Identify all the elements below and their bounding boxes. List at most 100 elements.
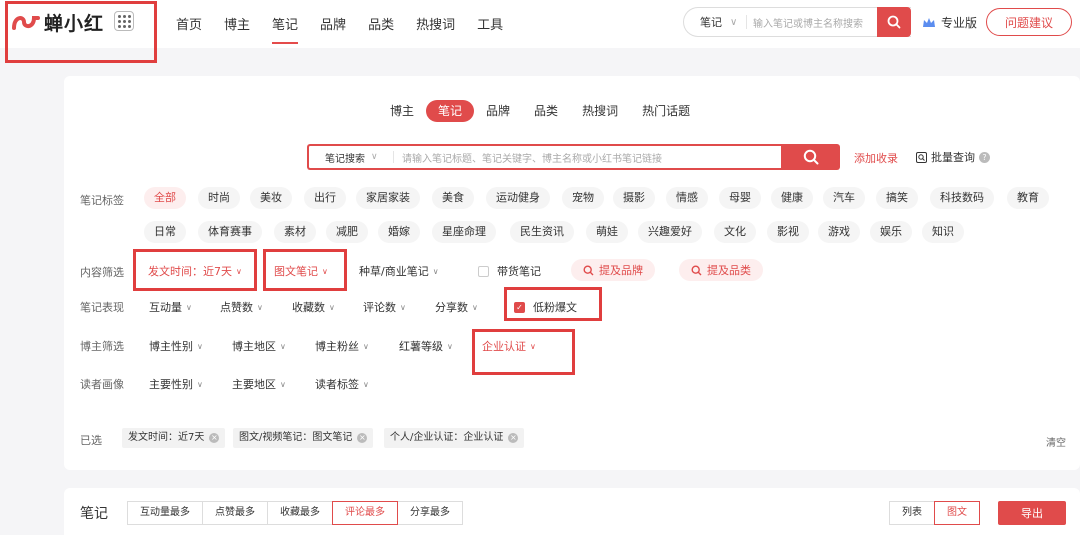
tag-item[interactable]: 运动健身 (486, 187, 550, 209)
tag-item[interactable]: 星座命理 (432, 221, 496, 243)
tag-item[interactable]: 全部 (144, 187, 186, 209)
tab-3[interactable]: 品类 (534, 100, 558, 122)
performance-filter-label: 点赞数 (220, 301, 253, 314)
tag-item[interactable]: 出行 (304, 187, 346, 209)
tag-item[interactable]: 汽车 (823, 187, 865, 209)
tab-2[interactable]: 品牌 (486, 100, 510, 122)
note-search-input[interactable]: 请输入笔记标题、笔记关键字、博主名称或小红书笔记链接 (402, 150, 662, 165)
reader-filter-1[interactable]: 主要地区 ∨ (232, 376, 286, 392)
search-icon (583, 264, 594, 275)
add-record-link[interactable]: 添加收录 (854, 150, 898, 166)
tag-item[interactable]: 日常 (144, 221, 186, 243)
nav-item-3[interactable]: 品牌 (320, 14, 346, 33)
seeding-note-filter[interactable]: 种草/商业笔记 ∨ (359, 263, 439, 279)
performance-filter-4[interactable]: 分享数 ∨ (435, 299, 478, 315)
reader-filter-0[interactable]: 主要性别 ∨ (149, 376, 203, 392)
performance-filter-2[interactable]: 收藏数 ∨ (292, 299, 335, 315)
tag-item[interactable]: 影视 (767, 221, 809, 243)
blogger-filter-label: 博主地区 (232, 340, 276, 353)
nav-item-4[interactable]: 品类 (368, 14, 394, 33)
nav-item-1[interactable]: 博主 (224, 14, 250, 33)
label-note-performance: 笔记表现 (80, 301, 124, 314)
nav-item-5[interactable]: 热搜词 (416, 14, 455, 33)
tag-item[interactable]: 时尚 (198, 187, 240, 209)
reader-filter-label: 主要性别 (149, 378, 193, 391)
reader-filter-2[interactable]: 读者标签 ∨ (315, 376, 369, 392)
mention-category-button[interactable]: 提及品类 (679, 259, 763, 281)
nav-item-2[interactable]: 笔记 (272, 14, 299, 44)
tag-item[interactable]: 情感 (666, 187, 708, 209)
sort-button-2[interactable]: 收藏最多 (267, 501, 333, 525)
top-search-button[interactable] (877, 7, 911, 37)
nav-item-6[interactable]: 工具 (477, 14, 503, 33)
remove-chip-icon[interactable]: × (357, 433, 368, 443)
note-search-type-select[interactable]: 笔记搜索 ∨ (309, 150, 393, 165)
clear-button[interactable]: 清空 (1046, 434, 1066, 449)
label-content-filter: 内容筛选 (80, 266, 124, 279)
batch-query-link[interactable]: 批量查询 ? (916, 149, 990, 165)
blogger-filter-1[interactable]: 博主地区 ∨ (232, 338, 286, 354)
remove-chip-icon[interactable]: × (508, 433, 519, 443)
nav-item-0[interactable]: 首页 (176, 14, 202, 33)
tab-1[interactable]: 笔记 (426, 100, 475, 122)
tag-item[interactable]: 文化 (714, 221, 756, 243)
tag-item[interactable]: 萌娃 (586, 221, 628, 243)
mention-brand-button[interactable]: 提及品牌 (571, 259, 655, 281)
performance-filter-3[interactable]: 评论数 ∨ (363, 299, 406, 315)
search-icon (803, 149, 818, 165)
label-reader-profile: 读者画像 (80, 378, 124, 391)
goods-note-checkbox[interactable]: 带货笔记 (478, 263, 541, 279)
view-toggle: 列表 图文 (889, 501, 980, 525)
tag-item[interactable]: 民生资讯 (510, 221, 574, 243)
checkbox-icon (478, 265, 489, 277)
tag-item[interactable]: 美食 (432, 187, 474, 209)
pro-version[interactable]: 专业版 (922, 14, 977, 31)
sort-button-0[interactable]: 互动量最多 (127, 501, 203, 525)
tag-item[interactable]: 宠物 (562, 187, 604, 209)
tag-item[interactable]: 教育 (1007, 187, 1049, 209)
tag-item[interactable]: 婚嫁 (378, 221, 420, 243)
tag-item[interactable]: 家居家装 (356, 187, 420, 209)
tag-item[interactable]: 摄影 (613, 187, 655, 209)
tag-item[interactable]: 素材 (274, 221, 316, 243)
blogger-filter-2[interactable]: 博主粉丝 ∨ (315, 338, 369, 354)
highlight-box (133, 249, 257, 291)
note-search-button[interactable] (781, 144, 840, 170)
view-button-1[interactable]: 图文 (934, 501, 980, 525)
tag-item[interactable]: 游戏 (818, 221, 860, 243)
sort-button-3[interactable]: 评论最多 (332, 501, 398, 525)
help-icon[interactable]: ? (979, 151, 990, 163)
tag-item[interactable]: 搞笑 (876, 187, 918, 209)
reader-filter-label: 主要地区 (232, 378, 276, 391)
tag-item[interactable]: 健康 (771, 187, 813, 209)
tag-item[interactable]: 减肥 (326, 221, 368, 243)
blogger-filter-3[interactable]: 红薯等级 ∨ (399, 338, 453, 354)
tab-5[interactable]: 热门话题 (642, 100, 690, 122)
export-button[interactable]: 导出 (998, 501, 1066, 525)
tag-item[interactable]: 母婴 (719, 187, 761, 209)
top-search-type-select[interactable]: 笔记 ∨ (684, 14, 746, 30)
performance-filter-0[interactable]: 互动量 ∨ (149, 299, 192, 315)
top-search-input[interactable]: 输入笔记或博主名称搜索 (753, 15, 863, 30)
performance-filter-1[interactable]: 点赞数 ∨ (220, 299, 263, 315)
chevron-down-icon: ∨ (329, 302, 335, 312)
tag-item[interactable]: 兴趣爱好 (638, 221, 702, 243)
category-tabs: 博主 笔记 品牌 品类 热搜词 热门话题 (390, 100, 714, 122)
blogger-filter-0[interactable]: 博主性别 ∨ (149, 338, 203, 354)
remove-chip-icon[interactable]: × (209, 433, 220, 443)
tag-item[interactable]: 知识 (922, 221, 964, 243)
view-button-0[interactable]: 列表 (889, 501, 935, 525)
tag-item[interactable]: 科技数码 (930, 187, 994, 209)
feedback-button[interactable]: 问题建议 (986, 8, 1072, 36)
tag-item[interactable]: 娱乐 (870, 221, 912, 243)
tab-4[interactable]: 热搜词 (582, 100, 618, 122)
tag-item[interactable]: 美妆 (250, 187, 292, 209)
performance-filter-label: 评论数 (363, 301, 396, 314)
tab-0[interactable]: 博主 (390, 100, 414, 122)
selected-chip-label: 个人/企业认证：企业认证 (390, 432, 504, 443)
top-bar: 蝉小红 首页 博主 笔记 品牌 品类 热搜词 工具 笔记 ∨ 输入笔记或博主名称搜索 专业版 … (0, 0, 1080, 48)
tag-item[interactable]: 体育赛事 (198, 221, 262, 243)
crown-icon (923, 17, 935, 27)
sort-button-4[interactable]: 分享最多 (397, 501, 463, 525)
sort-button-1[interactable]: 点赞最多 (202, 501, 268, 525)
